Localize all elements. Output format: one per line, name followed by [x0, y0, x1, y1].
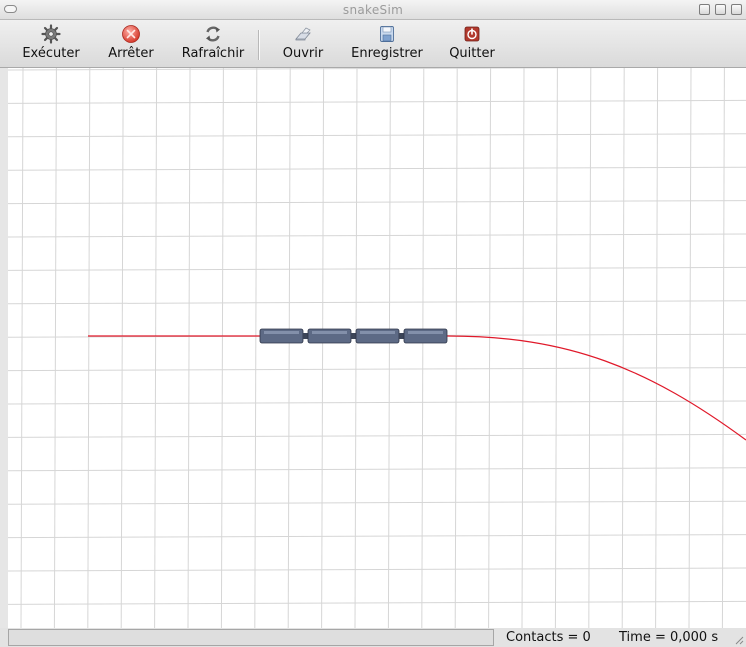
snake-joint	[351, 333, 356, 339]
grid-line	[8, 200, 746, 205]
stop-icon	[122, 25, 140, 43]
grid-line	[8, 233, 746, 238]
save-button-label: Enregistrer	[351, 46, 423, 61]
time-readout: Time = 0,000 s	[619, 630, 719, 645]
grid-line	[421, 68, 425, 628]
grid-line	[688, 68, 692, 628]
simulation-canvas[interactable]	[8, 68, 746, 628]
open-button-label: Ouvrir	[282, 46, 324, 61]
grid-line	[8, 433, 746, 438]
stop-button-label: Arrêter	[108, 46, 154, 61]
stop-button[interactable]: Arrêter	[101, 22, 161, 66]
grid-line	[488, 68, 492, 628]
grid-line	[8, 467, 746, 472]
run-button-label: Exécuter	[22, 46, 80, 61]
status-message-area	[8, 629, 494, 646]
app-window: snakeSim Exécuter Arrêter Rafraîchir Ouv…	[0, 0, 746, 647]
snake-segment	[355, 328, 400, 344]
grid-line	[721, 68, 725, 628]
grid-line	[87, 68, 91, 628]
refresh-button-label: Rafraîchir	[181, 46, 245, 61]
grid-line	[8, 534, 746, 539]
resize-grip-icon[interactable]	[734, 635, 744, 645]
window-title: snakeSim	[342, 3, 404, 17]
refresh-icon	[206, 26, 220, 42]
grid-line	[387, 68, 391, 628]
grid-line	[254, 68, 258, 628]
status-bar: Contacts = 0 Time = 0,000 s	[0, 628, 746, 647]
contacts-readout: Contacts = 0	[506, 630, 591, 645]
quit-button-label: Quitter	[449, 46, 495, 61]
title-bar[interactable]: snakeSim	[0, 0, 746, 20]
toolbar-separator	[258, 30, 260, 60]
save-button[interactable]: Enregistrer	[345, 22, 429, 66]
grid-line	[8, 567, 746, 572]
grid-line	[621, 68, 625, 628]
grid-line	[588, 68, 592, 628]
snake-segment	[307, 328, 352, 344]
grid-line	[521, 68, 525, 628]
grid-line	[8, 166, 746, 171]
grid-line	[8, 68, 624, 71]
quit-icon	[464, 26, 480, 42]
minimize-button[interactable]	[699, 4, 710, 15]
grid-line	[8, 500, 746, 505]
grid-line	[554, 68, 558, 628]
refresh-button[interactable]: Rafraîchir	[174, 22, 252, 66]
grid-line	[187, 68, 191, 628]
grid	[8, 68, 746, 628]
grid-line	[8, 600, 746, 605]
simulation-view	[8, 68, 746, 628]
grid-line	[8, 367, 746, 372]
grid-line	[120, 68, 124, 628]
snake-joint	[399, 333, 404, 339]
grid-line	[321, 68, 325, 628]
snake-trajectory	[88, 335, 746, 441]
grid-line	[20, 68, 24, 628]
grid-line	[8, 300, 746, 305]
close-button[interactable]	[731, 4, 742, 15]
snake-joint	[303, 333, 308, 339]
quit-button[interactable]: Quitter	[443, 22, 501, 66]
grid-line	[655, 68, 659, 628]
grid-line	[154, 68, 158, 628]
snake-segment	[403, 328, 448, 344]
gear-icon	[41, 24, 61, 44]
grid-line	[287, 68, 291, 628]
grid-line	[454, 68, 458, 628]
grid-line	[220, 68, 224, 628]
grid-line	[8, 266, 746, 271]
grid-line	[8, 99, 746, 104]
grid-line	[354, 68, 358, 628]
grid-line	[8, 133, 746, 138]
snake-body	[259, 328, 448, 344]
grid-line	[8, 400, 746, 405]
grid-line	[53, 68, 57, 628]
toolbar: Exécuter Arrêter Rafraîchir Ouvrir Enreg…	[0, 20, 746, 68]
maximize-button[interactable]	[715, 4, 726, 15]
snake-segment	[259, 328, 304, 344]
open-icon	[295, 27, 311, 41]
run-button[interactable]: Exécuter	[16, 22, 86, 66]
open-button[interactable]: Ouvrir	[277, 22, 329, 66]
save-icon	[380, 26, 394, 42]
